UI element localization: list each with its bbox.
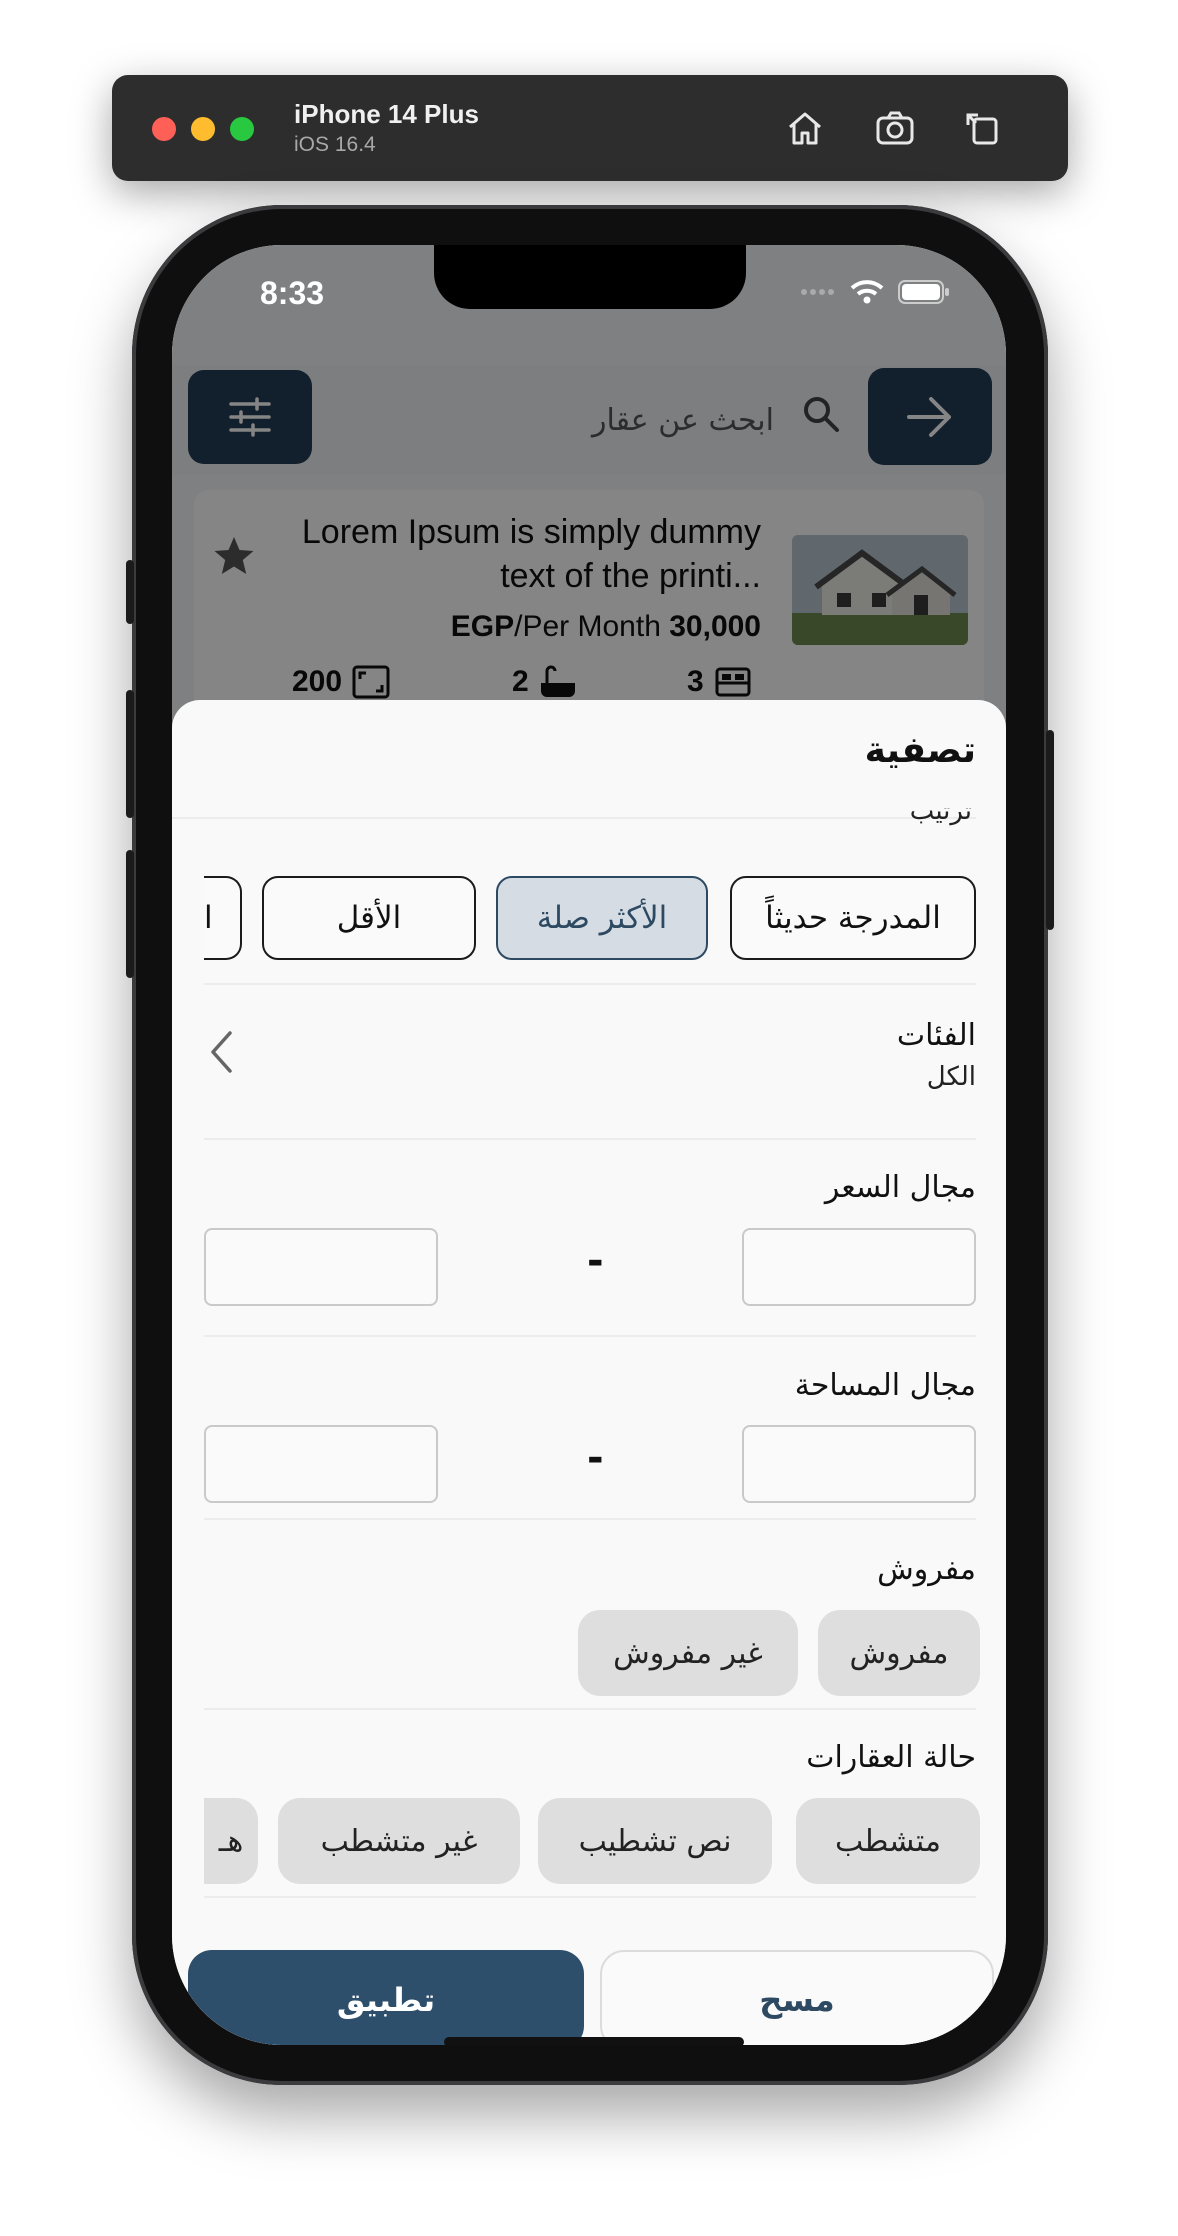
- notch: [434, 245, 746, 309]
- os-version: iOS 16.4: [294, 133, 376, 156]
- furnished-option-furnished[interactable]: مفروش: [818, 1610, 980, 1696]
- home-icon[interactable]: [782, 105, 828, 151]
- volume-down-button: [126, 850, 134, 978]
- furnished-label: مفروش: [877, 1552, 976, 1587]
- status-option-partial[interactable]: هـ: [204, 1798, 258, 1884]
- sort-option-newest[interactable]: المدرجة حديثاً: [730, 876, 976, 960]
- sheet-title: تصفية: [864, 730, 976, 771]
- volume-up-button: [126, 690, 134, 818]
- device-name: iPhone 14 Plus: [294, 99, 479, 129]
- status-icons: [800, 279, 950, 305]
- categories-label: الفئات: [896, 1018, 976, 1053]
- price-range-label: مجال السعر: [824, 1170, 976, 1205]
- status-divider: [204, 1896, 976, 1898]
- minimize-window-button[interactable]: [191, 117, 215, 141]
- simulator-toolbar: iPhone 14 Plus iOS 16.4: [112, 75, 1068, 181]
- screenshot-icon[interactable]: [872, 105, 918, 151]
- close-window-button[interactable]: [152, 117, 176, 141]
- status-label: حالة العقارات: [806, 1740, 976, 1775]
- apply-button[interactable]: تطبيق: [188, 1950, 584, 2045]
- signal-dots-icon: [801, 289, 834, 295]
- furnished-option-unfurnished[interactable]: غير مفروش: [578, 1610, 798, 1696]
- sort-option-most-relevant[interactable]: الأكثر صلة: [496, 876, 708, 960]
- price-divider: [204, 1335, 976, 1337]
- area-min-input[interactable]: [742, 1425, 976, 1503]
- sort-label: ترتيب: [909, 808, 972, 826]
- wifi-icon: [850, 280, 884, 304]
- status-option-finished[interactable]: متشطب: [796, 1798, 980, 1884]
- title-divider: [172, 817, 976, 819]
- price-max-input[interactable]: [204, 1228, 438, 1306]
- phone-screen: 8:33 ابحث عن عقار Lorem Ipsum is simply …: [172, 245, 1006, 2045]
- sort-option-partial[interactable]: ا: [204, 876, 242, 960]
- status-option-semi-finished[interactable]: نص تشطيب: [538, 1798, 772, 1884]
- area-divider: [204, 1518, 976, 1520]
- status-time: 8:33: [260, 275, 325, 311]
- mute-switch: [126, 560, 134, 624]
- categories-divider: [204, 1138, 976, 1140]
- area-max-input[interactable]: [204, 1425, 438, 1503]
- power-button: [1046, 730, 1054, 930]
- chevron-left-icon[interactable]: [208, 1030, 234, 1078]
- price-range-separator: -: [587, 1238, 604, 1284]
- rotate-icon[interactable]: [960, 105, 1006, 151]
- zoom-window-button[interactable]: [230, 117, 254, 141]
- sort-option-lowest[interactable]: الأقل: [262, 876, 476, 960]
- sort-divider: [204, 983, 976, 985]
- area-range-label: مجال المساحة: [794, 1368, 976, 1403]
- status-option-unfinished[interactable]: غير متشطب: [278, 1798, 520, 1884]
- price-min-input[interactable]: [742, 1228, 976, 1306]
- filter-sheet: تصفية ترتيب المدرجة حديثاً الأكثر صلة ال…: [172, 700, 1006, 2045]
- area-range-separator: -: [587, 1435, 604, 1481]
- clear-button[interactable]: مسح: [600, 1950, 994, 2045]
- battery-icon: [898, 280, 949, 304]
- home-indicator[interactable]: [444, 2037, 744, 2045]
- furnished-divider: [204, 1708, 976, 1710]
- categories-value: الكل: [926, 1062, 976, 1092]
